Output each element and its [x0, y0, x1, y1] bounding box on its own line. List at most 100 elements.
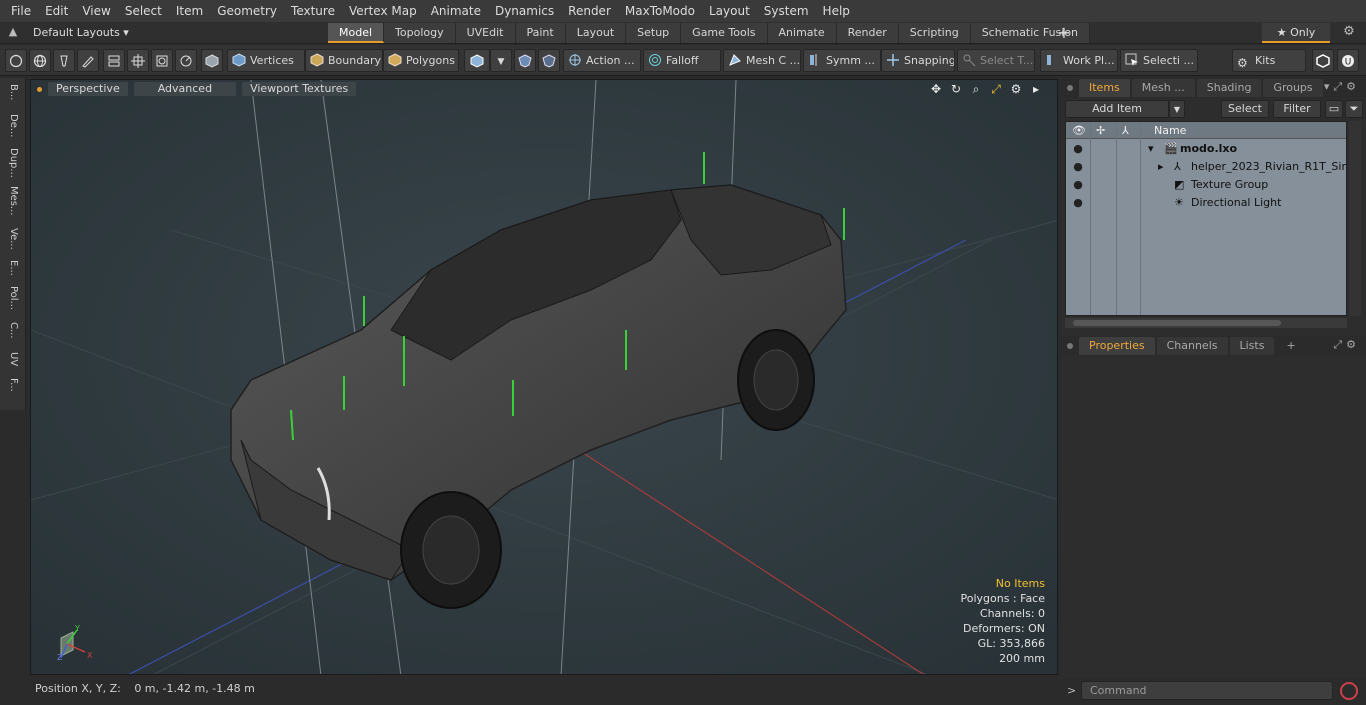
eye-icon[interactable]: ● [1072, 179, 1084, 191]
properties-panel-dot-icon[interactable] [1067, 343, 1073, 349]
menu-render[interactable]: Render [561, 0, 618, 22]
left-tab-polygon[interactable]: Pol... [4, 286, 22, 310]
filter-button[interactable]: Filter [1273, 100, 1321, 118]
tab-shading[interactable]: Shading [1196, 79, 1262, 97]
tab-render[interactable]: Render [836, 23, 899, 43]
items-list-horizontal-scrollbar[interactable] [1065, 318, 1347, 328]
boundary-button[interactable]: Boundary [305, 49, 383, 72]
tab-lists[interactable]: Lists [1229, 337, 1275, 355]
unreal-button[interactable]: U [1337, 49, 1359, 72]
record-macro-icon[interactable] [1340, 682, 1358, 700]
viewport-textures-button[interactable]: Viewport Textures [242, 82, 357, 96]
tab-schematic-fusion[interactable]: Schematic Fusion [970, 23, 1091, 43]
tab-model[interactable]: Model [328, 23, 385, 43]
add-item-dropdown[interactable]: ▼ [1169, 100, 1185, 118]
circle-select-button[interactable] [5, 49, 27, 72]
vertices-button[interactable]: Vertices [227, 49, 305, 72]
symmetry-shield-button[interactable] [514, 49, 536, 72]
tab-topology[interactable]: Topology [384, 23, 456, 43]
symmetry-shield-alt-button[interactable] [538, 49, 560, 72]
action-center-button[interactable]: Action ... [563, 49, 641, 72]
expand-arrow-icon[interactable]: ▸ [1158, 158, 1164, 176]
menu-system[interactable]: System [757, 0, 816, 22]
list-item-directional-light[interactable]: ● ☀ Directional Light [1066, 194, 1346, 212]
solid-button[interactable] [201, 49, 223, 72]
tab-uvedit[interactable]: UVEdit [455, 23, 516, 43]
item-mode-button[interactable] [464, 49, 490, 72]
left-tab-edge[interactable]: E... [4, 260, 22, 276]
command-input[interactable] [1081, 681, 1333, 700]
name-column-header[interactable]: Name [1154, 122, 1186, 139]
advanced-button[interactable]: Advanced [133, 82, 237, 96]
tab-animate[interactable]: Animate [767, 23, 837, 43]
left-tab-basic[interactable]: B... [4, 84, 22, 100]
selection-sets-button[interactable]: Selecti ... [1120, 49, 1198, 72]
perspective-button[interactable]: Perspective [48, 82, 128, 96]
add-item-button[interactable]: Add Item [1065, 100, 1169, 118]
tab-paint[interactable]: Paint [515, 23, 566, 43]
menu-view[interactable]: View [75, 0, 117, 22]
align-button[interactable] [103, 49, 125, 72]
viewport-expand-icon[interactable]: ▸ [1029, 82, 1043, 96]
add-tab-button[interactable]: + [1056, 23, 1072, 43]
select-through-button[interactable]: Select T... [957, 49, 1035, 72]
tab-game-tools[interactable]: Game Tools [681, 23, 768, 43]
menu-edit[interactable]: Edit [38, 0, 75, 22]
falloff-button[interactable]: Falloff [643, 49, 721, 72]
symmetry-button[interactable]: Symm ... [803, 49, 881, 72]
menu-dynamics[interactable]: Dynamics [488, 0, 561, 22]
list-item-helper[interactable]: ● ▸ ⅄ helper_2023_Rivian_R1T_Sim... [1066, 158, 1346, 176]
frame-button[interactable] [151, 49, 173, 72]
tab-groups[interactable]: Groups [1263, 79, 1323, 97]
list-item-modo-lxo[interactable]: ● ▾ 🎬 modo.lxo [1066, 140, 1346, 158]
viewport-dot-icon[interactable] [37, 86, 42, 92]
brush-button[interactable] [77, 49, 99, 72]
tab-items[interactable]: Items [1079, 79, 1130, 97]
menu-layout[interactable]: Layout [702, 0, 757, 22]
3d-viewport[interactable]: Y X Z Perspective Advanced Viewport Text… [30, 79, 1058, 675]
move-view-icon[interactable]: ✥ [929, 82, 943, 96]
left-tab-uv[interactable]: UV [4, 352, 22, 366]
menu-vertex-map[interactable]: Vertex Map [342, 0, 424, 22]
select-button[interactable]: Select [1221, 100, 1269, 118]
menu-file[interactable]: File [4, 0, 38, 22]
items-panel-controls-icon[interactable]: ▾⤢⚙ [1324, 80, 1360, 94]
zoom-view-icon[interactable]: ⌕ [969, 82, 983, 96]
eye-icon[interactable]: ● [1072, 197, 1084, 209]
eye-icon[interactable]: ● [1072, 143, 1084, 155]
gear-icon[interactable]: ⚙ [1340, 24, 1358, 42]
left-tab-duplicate[interactable]: Dup... [4, 148, 22, 178]
center-button[interactable] [127, 49, 149, 72]
only-toggle-button[interactable]: ★ Only [1262, 23, 1330, 43]
items-list-vertical-scrollbar[interactable] [1349, 121, 1361, 316]
mesh-constraint-button[interactable]: Mesh C ... [723, 49, 801, 72]
lock-column-icon[interactable]: ✢ [1096, 122, 1105, 139]
left-tab-fusion[interactable]: F... [4, 378, 22, 392]
menu-select[interactable]: Select [118, 0, 169, 22]
polygons-button[interactable]: Polygons [383, 49, 459, 72]
kits-button[interactable]: ⚙ Kits [1232, 49, 1306, 72]
list-item-texture-group[interactable]: ● ◩ Texture Group [1066, 176, 1346, 194]
snapping-button[interactable]: Snapping [881, 49, 955, 72]
tab-setup[interactable]: Setup [626, 23, 682, 43]
tab-properties[interactable]: Properties [1079, 337, 1155, 355]
collapse-button[interactable]: ▭ [1325, 100, 1343, 118]
layout-up-arrow-icon[interactable]: ▲ [6, 25, 20, 39]
rotate-button[interactable] [175, 49, 197, 72]
globe-button[interactable] [29, 49, 51, 72]
left-tab-curve[interactable]: C... [4, 322, 22, 339]
render-column-icon[interactable]: ⅄ [1122, 122, 1129, 139]
add-panel-tab-button[interactable]: + [1276, 337, 1305, 355]
tab-channels[interactable]: Channels [1156, 337, 1228, 355]
scrollbar-thumb[interactable] [1073, 320, 1281, 326]
menu-item[interactable]: Item [169, 0, 210, 22]
tab-layout[interactable]: Layout [565, 23, 627, 43]
viewport-gear-icon[interactable]: ⚙ [1009, 82, 1023, 96]
menu-animate[interactable]: Animate [424, 0, 488, 22]
item-mode-dropdown[interactable]: ▼ [490, 49, 512, 72]
menu-geometry[interactable]: Geometry [210, 0, 284, 22]
rotate-view-icon[interactable]: ↻ [949, 82, 963, 96]
items-panel-dot-icon[interactable] [1067, 85, 1073, 91]
eye-icon[interactable]: ● [1072, 161, 1084, 173]
menu-help[interactable]: Help [816, 0, 857, 22]
